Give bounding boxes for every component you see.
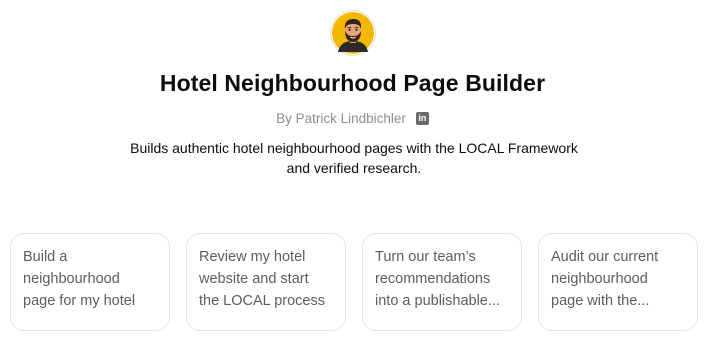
description-line: and verified research.	[286, 160, 422, 176]
starter-text-line: page for my hotel	[23, 293, 136, 309]
author-name[interactable]: By Patrick Lindbichler	[276, 111, 406, 126]
starter-card-audit-page[interactable]: Audit our current neighbourhood page wit…	[538, 233, 698, 331]
starter-text-line: the LOCAL process	[199, 293, 325, 309]
starter-text-line: Turn our team’s	[375, 249, 476, 265]
starter-text-line: recommendations	[375, 271, 491, 287]
starter-text-line: Build a	[23, 249, 68, 265]
starter-card-team-recommendations[interactable]: Turn our team’s recommendations into a p…	[362, 233, 522, 331]
starter-text-line: Audit our current	[551, 249, 659, 265]
avatar	[330, 10, 376, 56]
starter-text-line: Review my hotel	[199, 249, 306, 265]
starter-text-line: into a publishable...	[375, 293, 500, 309]
starter-text-line: page with the...	[551, 293, 650, 309]
starter-text-line: website and start	[199, 271, 309, 287]
description-line: Builds authentic hotel neighbourhood pag…	[130, 140, 578, 156]
linkedin-icon[interactable]: in	[415, 112, 429, 125]
author-byline: By Patrick Lindbichler in	[0, 111, 705, 126]
page-title: Hotel Neighbourhood Page Builder	[159, 70, 546, 96]
starter-text-line: neighbourhood	[551, 271, 648, 287]
gpt-profile-page: Hotel Neighbourhood Page Builder By Patr…	[0, 0, 705, 340]
conversation-starters: Build a neighbourhood page for my hotel …	[10, 233, 698, 331]
avatar-bearded-man-icon	[332, 12, 374, 54]
gpt-description: Builds authentic hotel neighbourhood pag…	[120, 138, 588, 178]
starter-card-build-page[interactable]: Build a neighbourhood page for my hotel	[10, 233, 170, 331]
starter-text-line: neighbourhood	[23, 271, 120, 287]
starter-card-review-website[interactable]: Review my hotel website and start the LO…	[186, 233, 346, 331]
